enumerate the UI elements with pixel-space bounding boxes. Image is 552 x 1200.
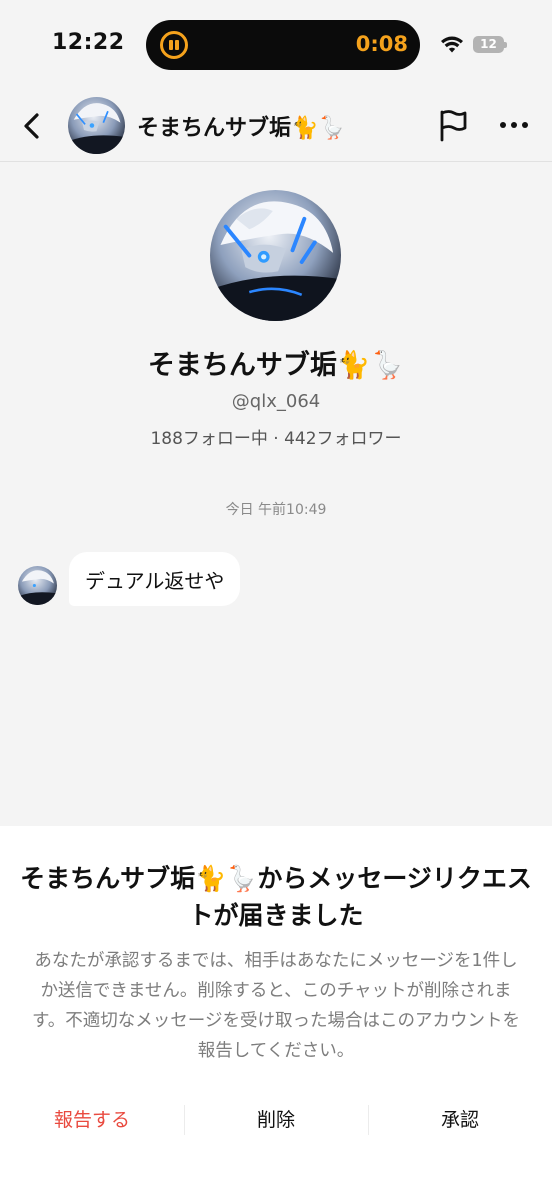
header-avatar[interactable]	[68, 97, 125, 154]
header-title[interactable]: そまちんサブ垢🐈🪿	[137, 110, 346, 142]
chat-header: そまちんサブ垢🐈🪿	[0, 90, 552, 162]
dm-request-screen: 12:22 0:08 12 そまちんサブ垢🐈🪿 そまちんサブ垢🐈🪿 @qlx_0…	[0, 0, 552, 1200]
message-bubble[interactable]: デュアル返せや	[69, 552, 241, 606]
accept-button[interactable]: 承認	[368, 1096, 552, 1144]
back-icon[interactable]	[18, 110, 46, 142]
profile-handle: @qlx_064	[231, 391, 321, 412]
profile-avatar[interactable]	[210, 190, 341, 321]
status-bar: 12:22 0:08 12	[0, 0, 552, 90]
request-description: あなたが承認するまでは、相手はあなたにメッセージを1件しか送信できません。削除す…	[32, 951, 520, 1061]
delete-button[interactable]: 削除	[184, 1096, 368, 1144]
request-title: そまちんサブ垢🐈🪿からメッセージリクエストが届きました	[20, 864, 532, 930]
more-icon[interactable]	[497, 112, 531, 138]
wifi-icon	[441, 36, 463, 53]
dynamic-island[interactable]: 0:08	[146, 20, 420, 70]
flag-icon[interactable]	[437, 108, 469, 142]
message-timestamp: 今日 午前10:49	[225, 502, 327, 518]
battery-icon: 12	[473, 36, 507, 53]
battery-level: 12	[480, 37, 497, 51]
profile-name: そまちんサブ垢🐈🪿	[147, 350, 405, 381]
request-actions: 報告する 削除 承認	[0, 1096, 552, 1144]
recording-timer: 0:08	[355, 32, 408, 56]
pause-icon[interactable]	[160, 31, 188, 59]
report-button[interactable]: 報告する	[0, 1096, 184, 1144]
message-avatar[interactable]	[18, 566, 57, 605]
profile-stats: 188フォロー中 · 442フォロワー	[150, 429, 402, 449]
message-request-sheet: そまちんサブ垢🐈🪿からメッセージリクエストが届きました あなたが承認するまでは、…	[0, 826, 552, 1200]
status-time: 12:22	[52, 30, 125, 55]
